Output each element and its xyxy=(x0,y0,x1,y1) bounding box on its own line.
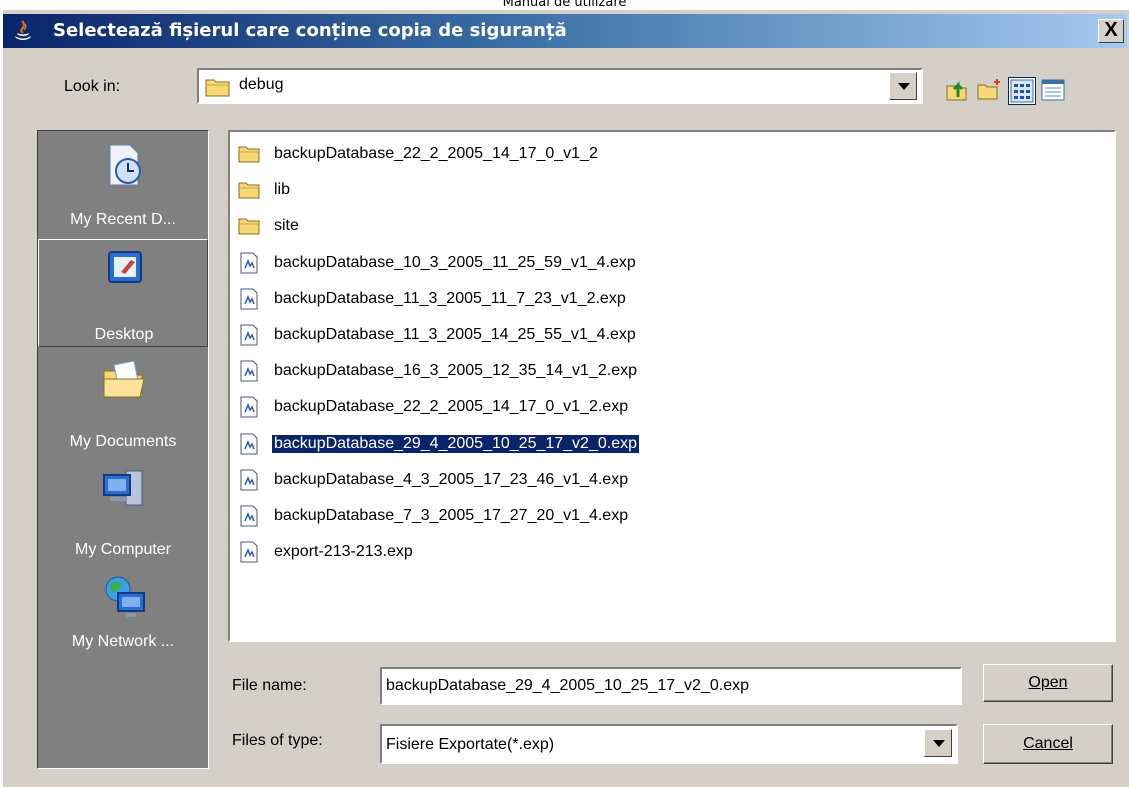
my-documents-icon xyxy=(103,360,145,398)
file-item-name: site xyxy=(274,217,299,235)
exp-file-icon xyxy=(240,288,258,310)
file-item-name: backupDatabase_10_3_2005_11_25_59_v1_4.e… xyxy=(274,253,636,271)
files-of-type-dropdown-button[interactable] xyxy=(924,729,952,757)
folder-icon xyxy=(238,146,260,163)
recent-documents-icon xyxy=(109,144,141,186)
exp-file-icon xyxy=(240,469,258,491)
file-item-name: backupDatabase_4_3_2005_17_23_46_v1_4.ex… xyxy=(274,470,629,488)
file-item-name: backupDatabase_22_2_2005_14_17_0_v1_2 xyxy=(274,145,598,162)
my-computer-icon xyxy=(103,470,143,506)
desktop-icon xyxy=(108,251,142,283)
files-of-type-value: Fisiere Exportate(*.exp) xyxy=(386,736,555,753)
look-in-combo[interactable]: debug xyxy=(197,68,923,104)
title-bar[interactable]: Selectează fișierul care conține copia d… xyxy=(3,14,1127,48)
exp-file-icon xyxy=(240,505,258,527)
chevron-down-icon xyxy=(933,740,945,747)
file-item-name: backupDatabase_16_3_2005_12_35_14_v1_2.e… xyxy=(274,362,637,380)
place-label: Desktop xyxy=(94,326,154,343)
places-bar: My Recent D... Desktop My Documents My C… xyxy=(37,130,209,769)
cancel-button-label: Cancel xyxy=(1023,735,1073,752)
document-header-text: Manual de utilizare xyxy=(502,0,627,10)
files-of-type-label: Files of type: xyxy=(232,732,323,749)
exp-file-icon xyxy=(240,252,258,274)
file-item-name: export-213-213.exp xyxy=(274,543,413,561)
file-item-name: backupDatabase_29_4_2005_10_25_17_v2_0.e… xyxy=(271,433,640,454)
window-title: Selectează fișierul care conține copia d… xyxy=(53,20,567,41)
place-label: My Computer xyxy=(74,541,172,558)
file-item-name: lib xyxy=(274,181,291,199)
exp-file-icon xyxy=(240,433,258,455)
folder-icon xyxy=(238,182,260,199)
folder-icon xyxy=(238,218,260,235)
place-label: My Recent D... xyxy=(70,211,176,228)
files-of-type-combo[interactable]: Fisiere Exportate(*.exp) xyxy=(380,724,958,764)
exp-file-icon xyxy=(240,396,258,418)
place-label: My Network ... xyxy=(71,633,175,650)
my-network-icon xyxy=(105,576,145,617)
folder-icon xyxy=(205,79,230,97)
place-label: My Documents xyxy=(69,433,177,450)
cancel-button[interactable]: Cancel xyxy=(983,724,1113,764)
file-name-input[interactable]: backupDatabase_29_4_2005_10_25_17_v2_0.e… xyxy=(380,667,962,705)
look-in-label: Look in: xyxy=(64,78,121,95)
place-my-network[interactable]: My Network ... xyxy=(38,563,208,671)
open-button-label: Open xyxy=(1028,674,1068,691)
exp-file-icon xyxy=(240,324,258,346)
place-my-computer[interactable]: My Computer xyxy=(38,455,208,563)
exp-file-icon xyxy=(240,541,258,563)
file-name-value: backupDatabase_29_4_2005_10_25_17_v2_0.e… xyxy=(386,677,749,694)
create-new-folder-icon[interactable] xyxy=(976,77,1002,103)
file-list[interactable]: backupDatabase_22_2_2005_14_17_0_v1_2lib… xyxy=(228,130,1116,642)
file-item-name: backupDatabase_7_3_2005_17_27_20_v1_4.ex… xyxy=(274,507,629,524)
place-my-documents[interactable]: My Documents xyxy=(38,347,208,455)
file-item-name: backupDatabase_22_2_2005_14_17_0_v1_2.ex… xyxy=(274,398,629,416)
place-desktop[interactable]: Desktop xyxy=(38,239,208,347)
up-one-level-icon[interactable] xyxy=(944,77,970,103)
file-name-label: File name: xyxy=(232,677,307,694)
list-view-icon[interactable] xyxy=(1008,77,1036,105)
look-in-value: debug xyxy=(239,76,284,93)
file-item-name: backupDatabase_11_3_2005_11_7_23_v1_2.ex… xyxy=(274,289,626,307)
file-item-name: backupDatabase_11_3_2005_14_25_55_v1_4.e… xyxy=(274,326,636,343)
details-view-icon[interactable] xyxy=(1040,77,1066,103)
exp-file-icon xyxy=(240,360,258,382)
java-icon xyxy=(15,20,31,40)
close-button[interactable]: X xyxy=(1098,19,1124,43)
place-recent[interactable]: My Recent D... xyxy=(38,131,208,239)
open-button[interactable]: Open xyxy=(983,664,1113,702)
chevron-down-icon xyxy=(898,83,910,90)
document-header: Manual de utilizare xyxy=(0,0,1129,10)
look-in-dropdown-button[interactable] xyxy=(889,72,917,100)
